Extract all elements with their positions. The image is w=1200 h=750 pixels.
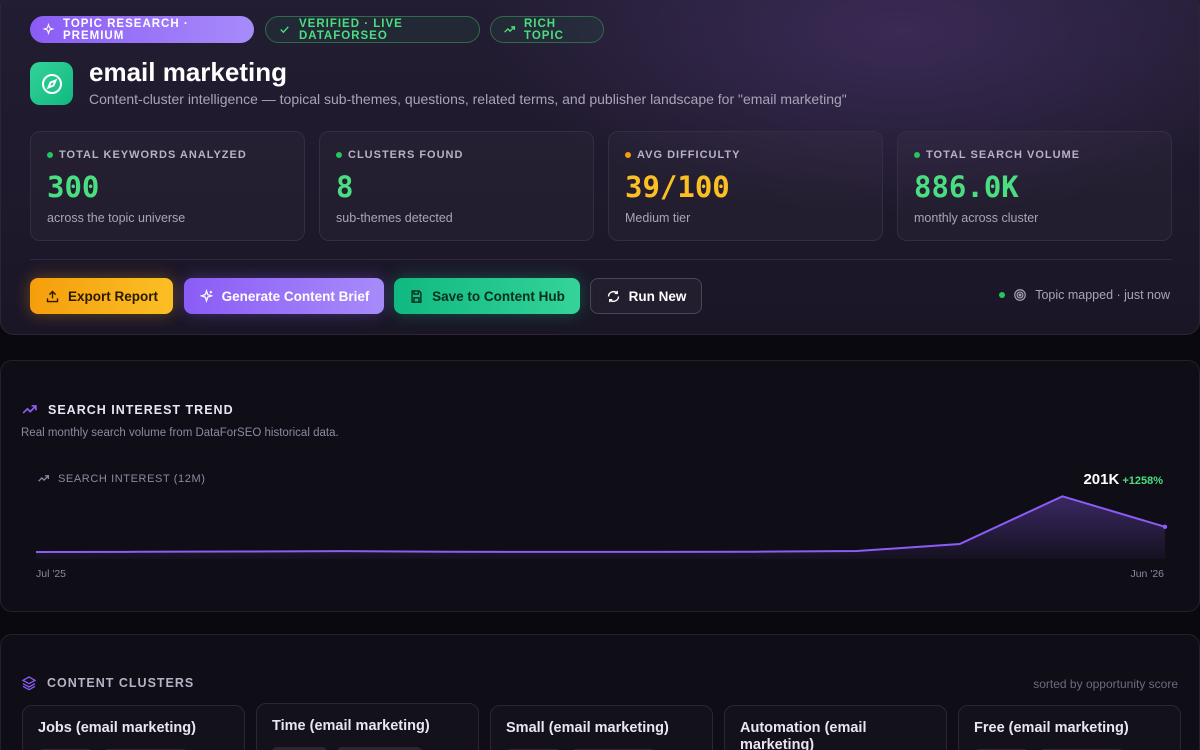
- search-interest-trend-panel: SEARCH INTEREST TREND Real monthly searc…: [0, 360, 1200, 612]
- search-interest-chart: [35, 495, 1168, 559]
- clusters-heading-text: CONTENT CLUSTERS: [47, 676, 195, 690]
- export-report-button[interactable]: Export Report: [30, 278, 173, 314]
- cluster-card[interactable]: Jobs (email marketing): [22, 705, 245, 750]
- stat-label: AVG DIFFICULTY: [637, 149, 741, 161]
- trend-heading-text: SEARCH INTEREST TREND: [48, 402, 234, 417]
- stat-note: across the topic universe: [47, 211, 186, 225]
- chart-label-text: SEARCH INTEREST (12M): [58, 472, 206, 485]
- trend-subheading: Real monthly search volume from DataForS…: [21, 427, 339, 439]
- divider: [30, 259, 1172, 260]
- generate-content-brief-button[interactable]: Generate Content Brief: [184, 278, 384, 314]
- cluster-name: Small (email marketing): [506, 720, 669, 736]
- generate-content-brief-label: Generate Content Brief: [221, 288, 370, 304]
- topic-status-text: Topic mapped · just now: [1035, 288, 1170, 302]
- export-report-label: Export Report: [67, 288, 158, 304]
- stat-value: 886.0K: [914, 170, 1019, 204]
- chart-label: SEARCH INTEREST (12M): [37, 472, 205, 485]
- stat-label: TOTAL SEARCH VOLUME: [926, 149, 1081, 161]
- stat-value: 8: [336, 170, 354, 204]
- trend-point: [1162, 524, 1168, 530]
- sparkle-icon: [42, 23, 55, 36]
- cluster-name: Free (email marketing): [974, 720, 1129, 736]
- status-dot: [47, 152, 53, 158]
- stat-label: TOTAL KEYWORDS ANALYZED: [59, 149, 247, 161]
- save-icon: [411, 289, 422, 303]
- x-tick-start: Jul '25: [36, 568, 67, 580]
- chart-latest: 201K +1258%: [1083, 471, 1163, 488]
- refresh-icon: [607, 290, 619, 302]
- run-new-button[interactable]: Run New: [590, 278, 702, 314]
- cluster-card[interactable]: Time (email marketing): [256, 703, 479, 750]
- stat-note: monthly across cluster: [914, 211, 1039, 225]
- status-dot: [625, 152, 631, 158]
- topic-status: Topic mapped · just now: [999, 288, 1170, 302]
- trend-area: [36, 496, 1165, 559]
- rich-topic-badge: RICH TOPIC: [490, 16, 604, 43]
- stat-label: CLUSTERS FOUND: [348, 149, 464, 161]
- clusters-heading: CONTENT CLUSTERS: [21, 675, 194, 691]
- verified-badge: VERIFIED · LIVE DATAFORSEO: [265, 16, 480, 43]
- stat-card-keywords: TOTAL KEYWORDS ANALYZED 300 across the t…: [30, 131, 305, 241]
- stat-value: 300: [47, 170, 100, 204]
- status-dot: [914, 152, 920, 158]
- stat-card-difficulty: AVG DIFFICULTY 39/100 Medium tier: [608, 131, 883, 241]
- page-title: email marketing: [89, 57, 287, 87]
- trending-up-icon: [38, 475, 50, 482]
- stat-value: 39/100: [625, 170, 730, 204]
- cluster-card[interactable]: Free (email marketing): [958, 705, 1181, 750]
- page-subtitle: Content-cluster intelligence — topical s…: [89, 91, 847, 107]
- cluster-name: Time (email marketing): [272, 718, 430, 734]
- premium-badge: TOPIC RESEARCH · PREMIUM: [30, 16, 254, 43]
- chart-latest-value: 201K: [1083, 471, 1120, 488]
- save-to-content-hub-label: Save to Content Hub: [432, 288, 565, 304]
- trending-up-icon: [22, 405, 37, 414]
- target-icon: [1014, 289, 1027, 301]
- premium-badge-label: TOPIC RESEARCH · PREMIUM: [63, 17, 189, 42]
- save-to-content-hub-button[interactable]: Save to Content Hub: [394, 278, 580, 314]
- layers-icon: [21, 676, 37, 691]
- trending-up-icon: [504, 26, 516, 33]
- status-dot: [336, 152, 342, 158]
- rich-topic-badge-label: RICH TOPIC: [524, 17, 564, 42]
- trend-line: [35, 495, 1166, 553]
- run-new-label: Run New: [628, 288, 687, 304]
- topic-hero: TOPIC RESEARCH · PREMIUM VERIFIED · LIVE…: [0, 0, 1200, 335]
- cluster-name: Jobs (email marketing): [38, 720, 196, 736]
- stat-note: sub-themes detected: [336, 211, 453, 225]
- sparkle-icon: [199, 288, 214, 303]
- content-clusters-panel: CONTENT CLUSTERS sorted by opportunity s…: [0, 634, 1200, 750]
- compass-icon: [30, 62, 73, 105]
- sorted-note: sorted by opportunity score: [1033, 677, 1178, 691]
- trend-heading: SEARCH INTEREST TREND: [21, 401, 234, 418]
- chart-change: +1258%: [1122, 475, 1163, 487]
- check-icon: [280, 26, 289, 34]
- stat-note: Medium tier: [625, 211, 691, 225]
- stat-card-volume: TOTAL SEARCH VOLUME 886.0K monthly acros…: [897, 131, 1172, 241]
- stat-card-clusters: CLUSTERS FOUND 8 sub-themes detected: [319, 131, 594, 241]
- cluster-name: Automation (email marketing): [740, 720, 867, 750]
- cluster-card[interactable]: Automation (email marketing): [724, 705, 947, 750]
- cluster-card[interactable]: Small (email marketing): [490, 705, 713, 750]
- verified-badge-label: VERIFIED · LIVE DATAFORSEO: [299, 17, 403, 42]
- status-dot: [999, 292, 1006, 298]
- upload-icon: [46, 290, 59, 302]
- x-tick-end: Jun '26: [1130, 568, 1164, 580]
